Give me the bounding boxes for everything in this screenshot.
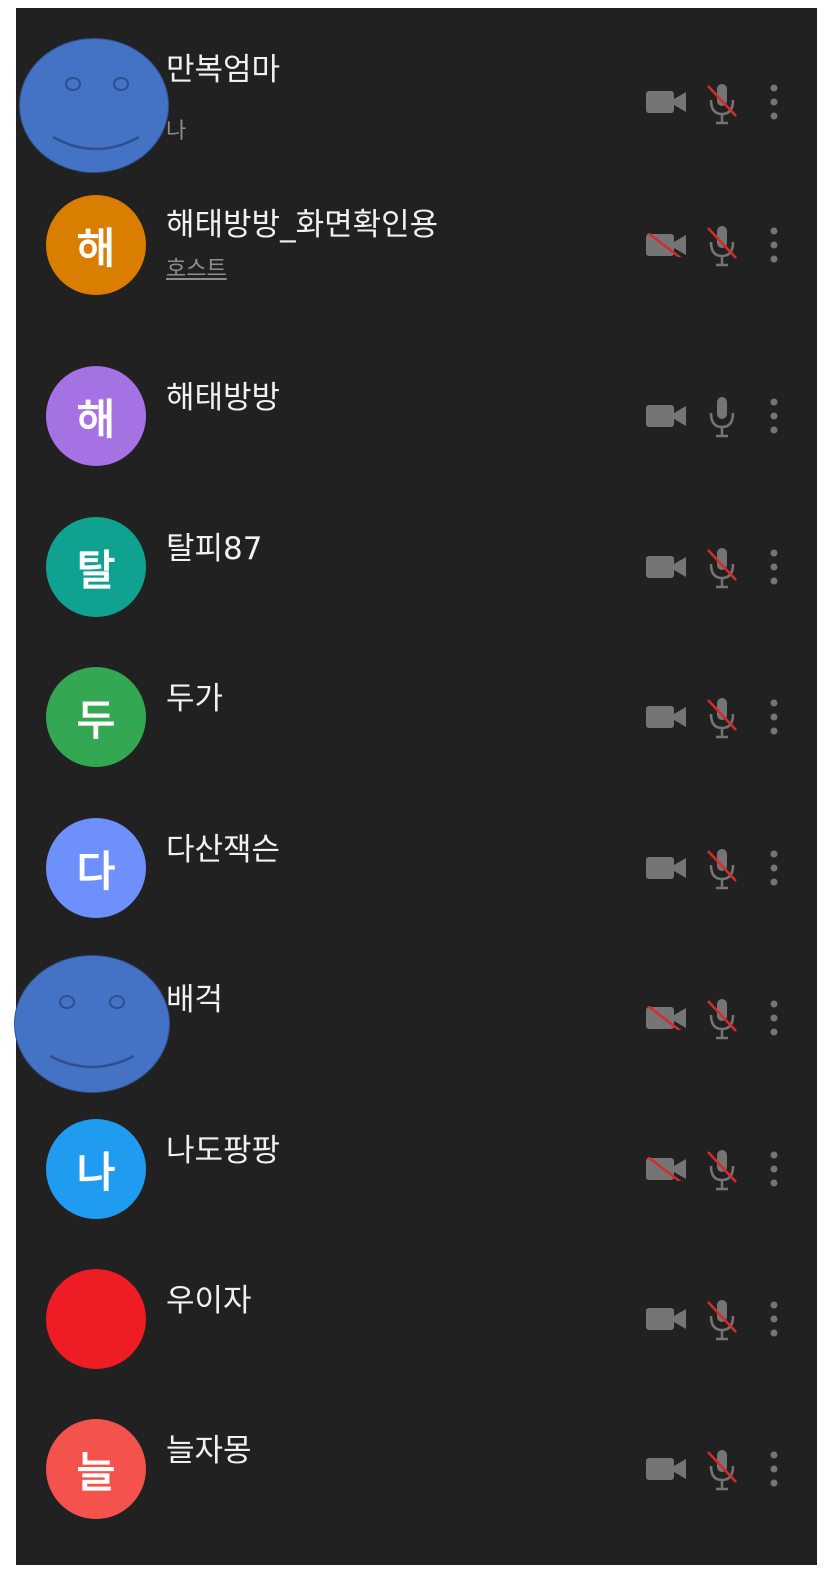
participant-row[interactable]: 배걱 (14, 955, 817, 1118)
more-options-icon[interactable] (770, 549, 778, 585)
video-camera-icon[interactable] (646, 1457, 686, 1481)
participant-row[interactable]: 만복엄마 나 (16, 38, 817, 200)
participant-name: 다산잭슨 (166, 832, 281, 868)
participant-name: 배걱 (166, 982, 224, 1018)
mic-muted-icon[interactable] (706, 696, 738, 740)
mic-muted-icon[interactable] (706, 1148, 738, 1192)
mic-muted-icon[interactable] (706, 224, 738, 268)
video-camera-icon[interactable] (646, 705, 686, 729)
participant-name: 나도팡팡 (166, 1133, 281, 1169)
more-options-icon[interactable] (770, 1000, 778, 1036)
participant-avatar: 늘 (46, 1419, 146, 1519)
mic-muted-icon[interactable] (706, 1448, 738, 1492)
participant-avatar: 두 (46, 667, 146, 767)
video-camera-off-icon[interactable] (646, 233, 686, 257)
participant-name: 늘자몽 (166, 1433, 252, 1469)
participant-role-label: 호스트 (166, 257, 227, 282)
mic-icon[interactable] (706, 395, 738, 439)
more-options-icon[interactable] (770, 1301, 778, 1337)
more-options-icon[interactable] (770, 850, 778, 886)
mic-muted-icon[interactable] (706, 1298, 738, 1342)
participant-row[interactable]: 해 해태방방_화면확인용 호스트 (16, 195, 817, 345)
participant-row[interactable]: 늘 늘자몽 (16, 1419, 817, 1569)
participant-name: 해태방방 (166, 380, 281, 416)
participant-row[interactable]: 두 두가 (16, 667, 817, 817)
participant-name: 우이자 (166, 1283, 252, 1319)
participant-avatar: 해 (46, 195, 146, 295)
participant-name: 두가 (166, 681, 224, 717)
smiley-avatar-icon (19, 38, 169, 173)
more-options-icon[interactable] (770, 227, 778, 263)
participant-row[interactable]: 우이자 (16, 1269, 817, 1419)
participant-avatar (46, 1269, 146, 1369)
mic-muted-icon[interactable] (706, 82, 738, 126)
more-options-icon[interactable] (770, 1151, 778, 1187)
participant-avatar: 다 (46, 818, 146, 918)
mic-muted-icon[interactable] (706, 847, 738, 891)
mic-muted-icon[interactable] (706, 997, 738, 1041)
video-camera-icon[interactable] (646, 404, 686, 428)
participant-avatar: 탈 (46, 517, 146, 617)
participant-name: 만복엄마 (166, 52, 281, 88)
participant-row[interactable]: 다 다산잭슨 (16, 818, 817, 968)
participants-panel: 만복엄마 나 해 해태방방_화면확인용 호스트 해 해태방방 탈 탈피87 두 … (14, 8, 817, 1565)
participant-name: 탈피87 (166, 531, 263, 567)
video-camera-off-icon[interactable] (646, 1157, 686, 1181)
more-options-icon[interactable] (770, 1451, 778, 1487)
participant-avatar: 해 (46, 366, 146, 466)
participant-role-label: 나 (166, 119, 187, 144)
more-options-icon[interactable] (770, 84, 778, 120)
video-camera-icon[interactable] (646, 856, 686, 880)
video-camera-off-icon[interactable] (646, 1006, 686, 1030)
smiley-avatar-icon (14, 955, 170, 1093)
participant-row[interactable]: 탈 탈피87 (16, 517, 817, 667)
video-camera-icon[interactable] (646, 1307, 686, 1331)
more-options-icon[interactable] (770, 398, 778, 434)
mic-muted-icon[interactable] (706, 546, 738, 590)
participant-row[interactable]: 해 해태방방 (16, 366, 817, 516)
participant-row[interactable]: 나 나도팡팡 (16, 1119, 817, 1269)
more-options-icon[interactable] (770, 699, 778, 735)
video-camera-icon[interactable] (646, 90, 686, 114)
video-camera-icon[interactable] (646, 555, 686, 579)
participant-avatar: 나 (46, 1119, 146, 1219)
participant-name: 해태방방_화면확인용 (166, 207, 439, 243)
